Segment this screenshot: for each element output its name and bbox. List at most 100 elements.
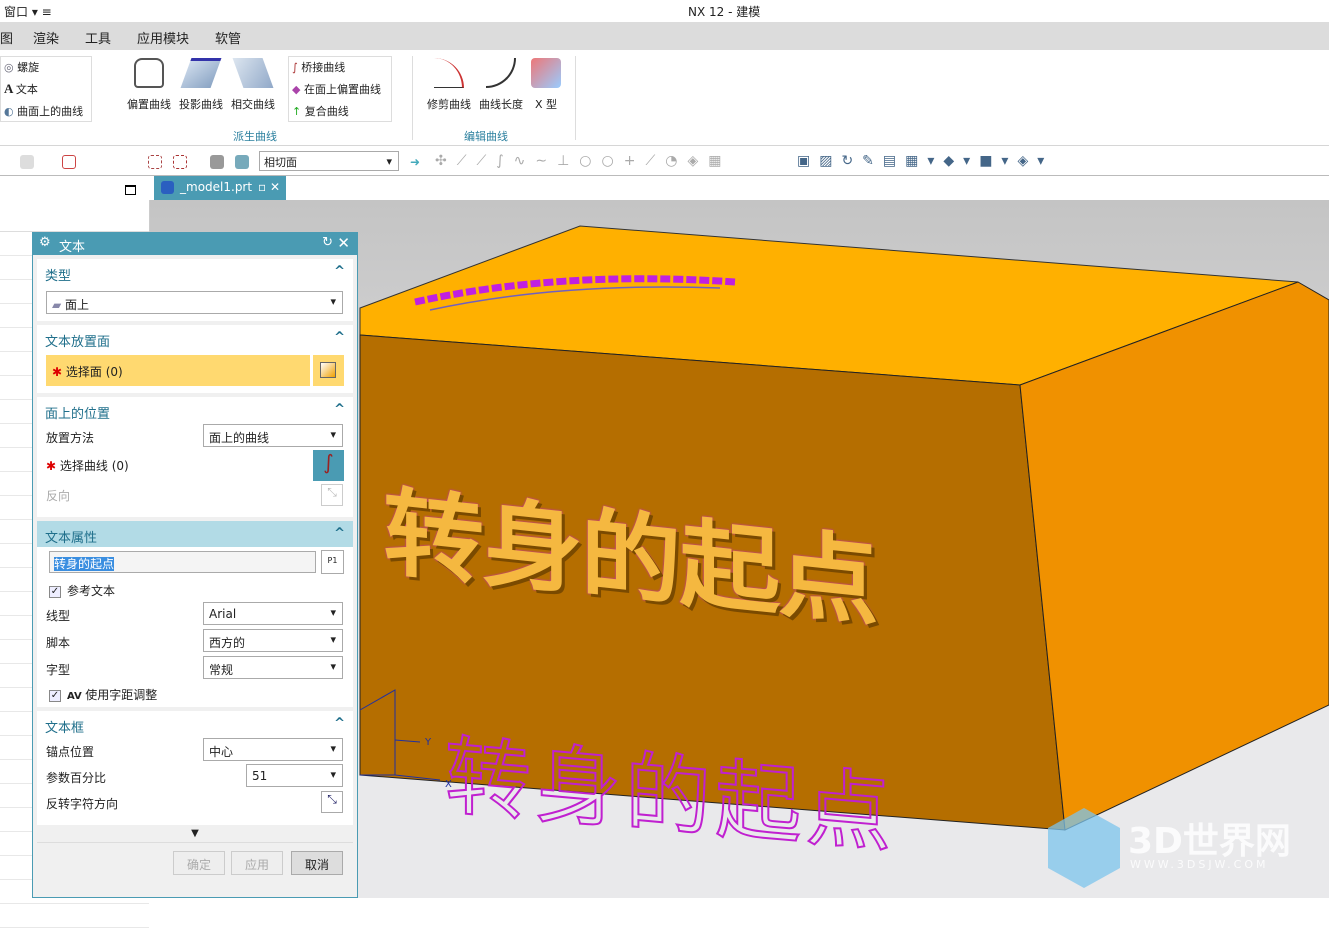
select-curve-label[interactable]: ✱ 选择曲线 (0) bbox=[46, 457, 129, 474]
select-face-row[interactable]: ✱ 选择面 (0) bbox=[46, 355, 310, 386]
view-icons[interactable]: ▣▨↻✎▤▦▾◆▾■▾◈▾ bbox=[797, 153, 1053, 169]
text-input[interactable]: 转身的起点 bbox=[49, 551, 316, 573]
kerning-icon: AV bbox=[67, 691, 86, 702]
offset-in-face-button[interactable]: ◆ 在面上偏置曲线 bbox=[292, 81, 381, 97]
filter-icon[interactable] bbox=[148, 155, 162, 169]
face-rule-dropdown[interactable]: 相切面 bbox=[259, 151, 399, 171]
reset-icon[interactable]: ↻ bbox=[322, 235, 333, 250]
watermark-brand: 3D世界网 bbox=[1128, 821, 1291, 862]
derived-curve-group-label: 派生曲线 bbox=[233, 130, 277, 143]
helix-icon: ◎ bbox=[4, 61, 18, 74]
divider bbox=[412, 56, 413, 140]
kerning-checkbox[interactable]: ✓ AV 使用字距调整 bbox=[49, 686, 157, 703]
dialog-buttons: 确定 应用 取消 bbox=[33, 851, 357, 891]
offset-in-face-icon: ◆ bbox=[292, 83, 304, 96]
intersect-curve-button[interactable]: 相交曲线 bbox=[227, 58, 279, 112]
trim-curve-icon bbox=[434, 58, 464, 88]
navigator-header bbox=[0, 206, 149, 232]
bridge-curve-icon: ∫ bbox=[292, 61, 302, 74]
reference-text-checkbox[interactable]: ✓ 参考文本 bbox=[49, 582, 115, 599]
section-header[interactable]: 面上的位置 bbox=[37, 397, 353, 423]
close-icon[interactable]: ✕ bbox=[337, 234, 350, 252]
reverse-direction-button[interactable]: ⤡ bbox=[321, 484, 343, 506]
maximize-icon[interactable] bbox=[125, 185, 136, 195]
text-icon: A bbox=[4, 81, 16, 96]
axis-y-label: Y bbox=[424, 737, 432, 748]
anchor-label: 锚点位置 bbox=[46, 745, 95, 759]
anchor-dropdown[interactable]: 中心 bbox=[203, 738, 343, 761]
method-label: 放置方法 bbox=[46, 431, 95, 445]
composite-curve-button[interactable]: ↑ 复合曲线 bbox=[292, 103, 349, 119]
select-icon[interactable] bbox=[20, 155, 34, 169]
face-select-button[interactable] bbox=[313, 355, 344, 386]
section-text-properties: 文本属性^ 转身的起点 P1 ✓参考文本 线型Arial 脚本西方的 字型常规 … bbox=[37, 521, 353, 707]
close-tab-icon[interactable]: ▫ ✕ bbox=[258, 180, 280, 194]
rect-select-icon[interactable] bbox=[173, 155, 187, 169]
divider bbox=[575, 56, 576, 140]
menu-piping[interactable]: 软管 bbox=[215, 28, 241, 47]
app-title: NX 12 - 建模 bbox=[688, 5, 761, 19]
gear-icon[interactable]: ⚙ bbox=[39, 235, 51, 250]
section-type: 类型 ^ ▰ 面上 bbox=[37, 259, 353, 321]
menu-view[interactable]: 图 bbox=[0, 28, 13, 47]
more-options-icon[interactable]: ▼ bbox=[37, 825, 353, 843]
section-header[interactable]: 文本放置面 bbox=[37, 325, 353, 351]
part-icon bbox=[161, 181, 174, 194]
apply-button[interactable]: 应用 bbox=[231, 851, 283, 875]
collapse-icon[interactable]: ^ bbox=[334, 402, 345, 417]
bridge-curve-button[interactable]: ∫ 桥接曲线 bbox=[292, 59, 345, 75]
menu-bar: 图 渲染 工具 应用模块 软管 bbox=[0, 22, 1329, 50]
window-menu[interactable]: 窗口 ▾ ≡ bbox=[4, 3, 52, 20]
curve-on-surface-button[interactable]: ◐ 曲面上的曲线 bbox=[4, 103, 83, 119]
section-header[interactable]: 文本框 bbox=[37, 711, 353, 737]
curve-select-button[interactable]: ∫ bbox=[313, 450, 344, 481]
menu-tools[interactable]: 工具 bbox=[85, 28, 111, 47]
tab-model1[interactable]: _model1.prt ▫ ✕ bbox=[154, 176, 286, 200]
face-icon[interactable] bbox=[235, 155, 249, 169]
font-label: 线型 bbox=[46, 609, 71, 623]
script-label: 脚本 bbox=[46, 636, 71, 650]
selection-toolbar: 相切面 ➜ ✣⟋⟋∫∿∼⊥○○+⟋◔◈▦ ▣▨↻✎▤▦▾◆▾■▾◈▾ bbox=[0, 148, 1329, 176]
curve-icon: ∫ bbox=[323, 450, 334, 474]
title-bar: 窗口 ▾ ≡ NX 12 - 建模 bbox=[0, 0, 1329, 22]
method-dropdown[interactable]: 面上的曲线 bbox=[203, 424, 343, 447]
menu-app-modules[interactable]: 应用模块 bbox=[137, 28, 189, 47]
type-dropdown[interactable]: ▰ 面上 bbox=[46, 291, 343, 314]
section-placement-face: 文本放置面 ^ ✱ 选择面 (0) bbox=[37, 325, 353, 393]
percent-label: 参数百分比 bbox=[46, 771, 107, 785]
helix-button[interactable]: ◎ 螺旋 bbox=[4, 59, 39, 75]
symbol-button[interactable]: P1 bbox=[321, 550, 344, 574]
dialog-title: 文本 bbox=[59, 240, 86, 255]
composite-curve-icon: ↑ bbox=[292, 105, 305, 118]
arrow-icon[interactable]: ➜ bbox=[410, 155, 424, 169]
style-dropdown[interactable]: 常规 bbox=[203, 656, 343, 679]
x-form-icon bbox=[531, 58, 561, 88]
section-position: 面上的位置^ 放置方法 面上的曲线 ✱ 选择曲线 (0) ∫ 反向 ⤡ bbox=[37, 397, 353, 517]
dialog-header: ⚙ 文本 ↻ ✕ bbox=[33, 233, 357, 255]
collapse-icon[interactable]: ^ bbox=[334, 526, 345, 541]
body-icon[interactable] bbox=[210, 155, 224, 169]
project-curve-button[interactable]: 投影曲线 bbox=[175, 58, 227, 112]
trim-curve-button[interactable]: 修剪曲线 bbox=[423, 58, 475, 112]
snap-point-icons[interactable]: ✣⟋⟋∫∿∼⊥○○+⟋◔◈▦ bbox=[435, 153, 731, 169]
percent-input[interactable]: 51 bbox=[246, 764, 343, 787]
section-header[interactable]: 文本属性 bbox=[37, 521, 353, 547]
collapse-icon[interactable]: ^ bbox=[334, 716, 345, 731]
snap-icon[interactable] bbox=[62, 155, 76, 169]
section-header[interactable]: 类型 bbox=[37, 259, 353, 285]
script-dropdown[interactable]: 西方的 bbox=[203, 629, 343, 652]
font-dropdown[interactable]: Arial bbox=[203, 602, 343, 625]
collapse-icon[interactable]: ^ bbox=[334, 264, 345, 279]
watermark-url: WWW.3DSJW.COM bbox=[1130, 858, 1269, 871]
offset-curve-button[interactable]: 偏置曲线 bbox=[123, 58, 175, 112]
ok-button[interactable]: 确定 bbox=[173, 851, 225, 875]
edit-curve-group-label: 编辑曲线 bbox=[464, 130, 508, 143]
ribbon: ◎ 螺旋 A 文本 ◐ 曲面上的曲线 偏置曲线 投影曲线 相交曲线 ∫ 桥接曲线… bbox=[0, 50, 1329, 146]
cancel-button[interactable]: 取消 bbox=[291, 851, 343, 875]
text-dialog: ⚙ 文本 ↻ ✕ 类型^ ▰ 面上 文本放置面^ ✱ 选择面 (0) 面上的位置… bbox=[32, 232, 358, 898]
menu-render[interactable]: 渲染 bbox=[33, 28, 59, 47]
flip-direction-button[interactable]: ⤡ bbox=[321, 791, 343, 813]
x-form-button[interactable]: X 型 bbox=[520, 58, 572, 112]
collapse-icon[interactable]: ^ bbox=[334, 330, 345, 345]
text-button[interactable]: A 文本 bbox=[4, 81, 38, 97]
